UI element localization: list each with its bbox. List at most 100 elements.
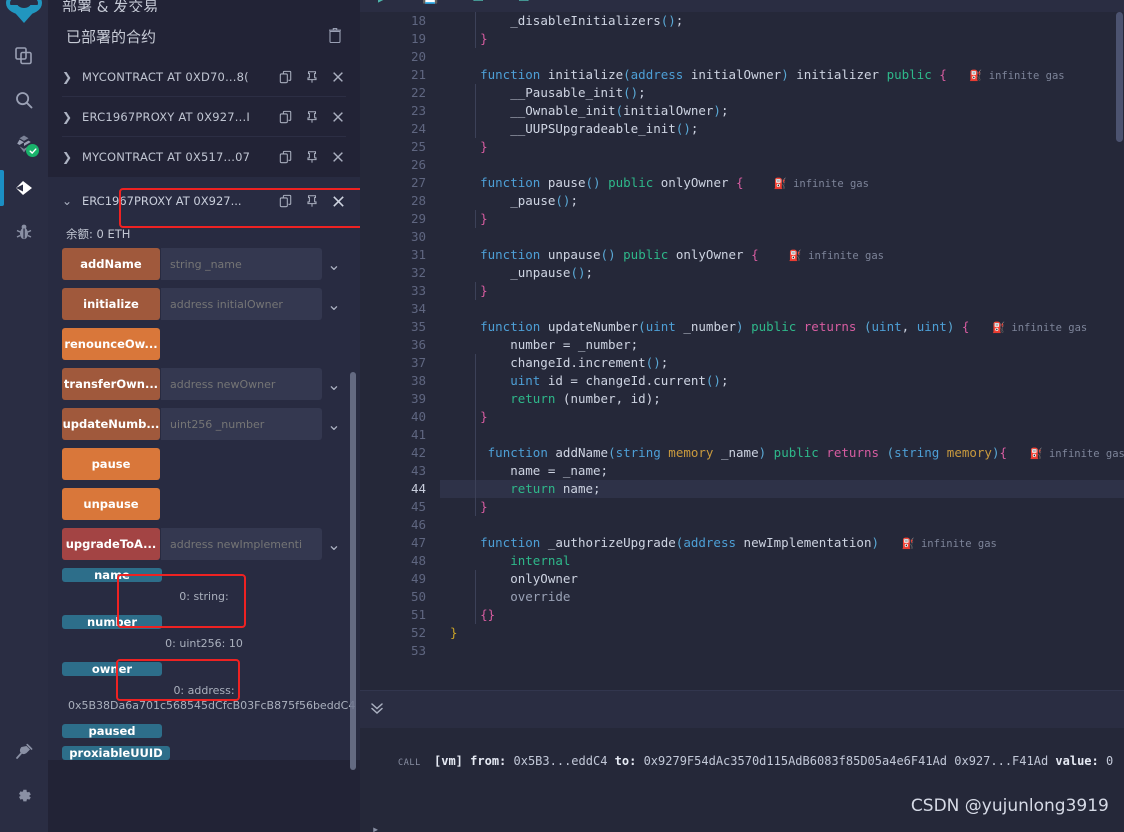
updateNumber-input[interactable]: [161, 408, 322, 440]
editor-scrollbar[interactable]: [1115, 12, 1123, 142]
pin-icon[interactable]: [304, 109, 320, 125]
code-editor[interactable]: 18 19 20 21 22 23 24 25 26 27 28 29 30 3…: [360, 12, 1124, 690]
gear-icon: [18, 789, 31, 802]
unpause-button[interactable]: unpause: [62, 488, 160, 520]
code-line: override: [510, 589, 571, 604]
close-icon[interactable]: [330, 193, 346, 209]
chevron-right-icon[interactable]: ❯: [62, 150, 72, 164]
code-line: function addName(string memory _name) pu…: [487, 445, 1124, 460]
line-number: 23: [410, 103, 426, 118]
panel-scrollbar[interactable]: [350, 372, 356, 770]
sidebar-item-search[interactable]: [0, 78, 48, 122]
code-line: function updateNumber(uint _number) publ…: [480, 319, 1088, 334]
transferOwnership-input[interactable]: [161, 368, 322, 400]
contract-row[interactable]: ❯ MYCONTRACT AT 0XD70...8(: [62, 57, 346, 97]
sidebar-item-settings[interactable]: [0, 774, 48, 818]
chevron-down-icon[interactable]: ⌄: [322, 248, 346, 280]
call-block-number: number 0: uint256: 10: [62, 615, 346, 660]
code-line: function initialize(address initialOwner…: [480, 67, 1065, 82]
addName-button[interactable]: addName: [62, 248, 160, 280]
renounceOwnership-button[interactable]: renounceOw...: [62, 328, 160, 360]
line-number: 33: [410, 283, 426, 298]
save-icon[interactable]: 💾: [422, 0, 438, 5]
selected-contract-row[interactable]: ⌄ ERC1967PROXY AT 0X927...: [62, 184, 346, 218]
code-line: function _authorizeUpgrade(address newIm…: [480, 535, 997, 550]
line-number: 51: [410, 607, 426, 622]
sidebar-item-debugger[interactable]: [0, 210, 48, 254]
chevron-down-icon[interactable]: ⌄: [62, 194, 72, 208]
terminal-entry[interactable]: CALL [vm] from: 0x5B3...eddC4 to: 0x9279…: [360, 728, 1124, 768]
function-row-initialize: initialize ⌄: [62, 288, 346, 320]
function-row-transferOwnership: transferOwn... ⌄: [62, 368, 346, 400]
upgradeToAndCall-button[interactable]: upgradeToA...: [62, 528, 160, 560]
line-number: 34: [410, 301, 426, 316]
terminal-toolbar-icon[interactable]: ☐: [518, 0, 530, 5]
line-number: 45: [410, 499, 426, 514]
copy-toolbar-icon[interactable]: ☐: [472, 0, 484, 5]
pause-button[interactable]: pause: [62, 448, 160, 480]
contract-row[interactable]: ❯ MYCONTRACT AT 0X517...07: [62, 137, 346, 177]
line-number: 20: [410, 49, 426, 64]
function-row-upgradeToAndCall: upgradeToA... ⌄: [62, 528, 346, 560]
close-icon[interactable]: [330, 149, 346, 165]
contract-row[interactable]: ❯ ERC1967PROXY AT 0X927...I: [62, 97, 346, 137]
initialize-button[interactable]: initialize: [62, 288, 160, 320]
run-icon[interactable]: ▶: [378, 0, 388, 5]
line-number: 48: [410, 553, 426, 568]
remix-logo: [0, 0, 48, 34]
terminal-value-label: value:: [1055, 754, 1099, 768]
copy-icon[interactable]: [278, 149, 294, 165]
pin-icon[interactable]: [304, 193, 320, 209]
activity-rail: [0, 0, 48, 832]
addName-input[interactable]: [161, 248, 322, 280]
sidebar-item-deploy-run[interactable]: [0, 166, 48, 210]
chevron-down-icon[interactable]: ⌄: [322, 408, 346, 440]
code-view: 18 19 20 21 22 23 24 25 26 27 28 29 30 3…: [360, 12, 1124, 660]
pin-icon[interactable]: [304, 69, 320, 85]
call-block-paused: paused: [62, 724, 346, 738]
pin-icon[interactable]: [304, 149, 320, 165]
chevron-right-icon[interactable]: ❯: [62, 70, 72, 84]
upgradeToAndCall-input[interactable]: [161, 528, 322, 560]
name-button[interactable]: name: [62, 568, 162, 582]
line-number: 40: [410, 409, 426, 424]
terminal-from-address: 0x5B3...eddC4: [513, 754, 608, 768]
copy-icon[interactable]: [278, 109, 294, 125]
transferOwnership-button[interactable]: transferOwn...: [62, 368, 160, 400]
copy-icon[interactable]: [278, 193, 294, 209]
contract-label: MYCONTRACT AT 0XD70...8(: [82, 69, 249, 84]
paused-button[interactable]: paused: [62, 724, 162, 738]
line-number-gutter: 18 19 20 21 22 23 24 25 26 27 28 29 30 3…: [360, 12, 440, 660]
terminal-to-address: 0x9279F54dAc3570d115AdB6083f85D05a4e6F41…: [643, 754, 948, 768]
chevron-down-icon[interactable]: ⌄: [322, 528, 346, 560]
chevron-double-down-icon[interactable]: [368, 699, 386, 721]
code-line: }: [480, 139, 488, 154]
line-number: 35: [410, 319, 426, 334]
chevron-down-icon[interactable]: ⌄: [322, 368, 346, 400]
close-icon[interactable]: [330, 109, 346, 125]
deployed-contracts-header: 已部署的合约: [48, 12, 360, 57]
code-line: }: [480, 211, 488, 226]
owner-button[interactable]: owner: [62, 662, 162, 676]
sidebar-item-plugin-manager[interactable]: [0, 730, 48, 774]
sidebar-item-solidity-compiler[interactable]: [0, 122, 48, 166]
close-icon[interactable]: [330, 69, 346, 85]
number-button[interactable]: number: [62, 615, 162, 629]
chevron-right-icon[interactable]: ❯: [62, 110, 72, 124]
copy-icon[interactable]: [278, 69, 294, 85]
initialize-input[interactable]: [161, 288, 322, 320]
code-line: function pause() public onlyOwner { ⛽ in…: [480, 175, 869, 190]
clear-all-trash-icon[interactable]: [328, 27, 342, 47]
terminal-panel[interactable]: CALL [vm] from: 0x5B3...eddC4 to: 0x9279…: [360, 728, 1124, 832]
terminal-to-label: to:: [614, 754, 637, 768]
updateNumber-button[interactable]: updateNumb...: [62, 408, 160, 440]
sidebar-item-file-explorer[interactable]: [0, 34, 48, 78]
line-number: 41: [410, 427, 426, 442]
compiler-success-badge: [26, 144, 39, 157]
terminal-collapse-bar[interactable]: [360, 690, 1124, 728]
line-number: 18: [410, 13, 426, 28]
terminal-vm-tag: [vm]: [434, 754, 463, 768]
proxiableUUID-button[interactable]: proxiableUUID: [62, 746, 170, 760]
chevron-down-icon[interactable]: ⌄: [322, 288, 346, 320]
